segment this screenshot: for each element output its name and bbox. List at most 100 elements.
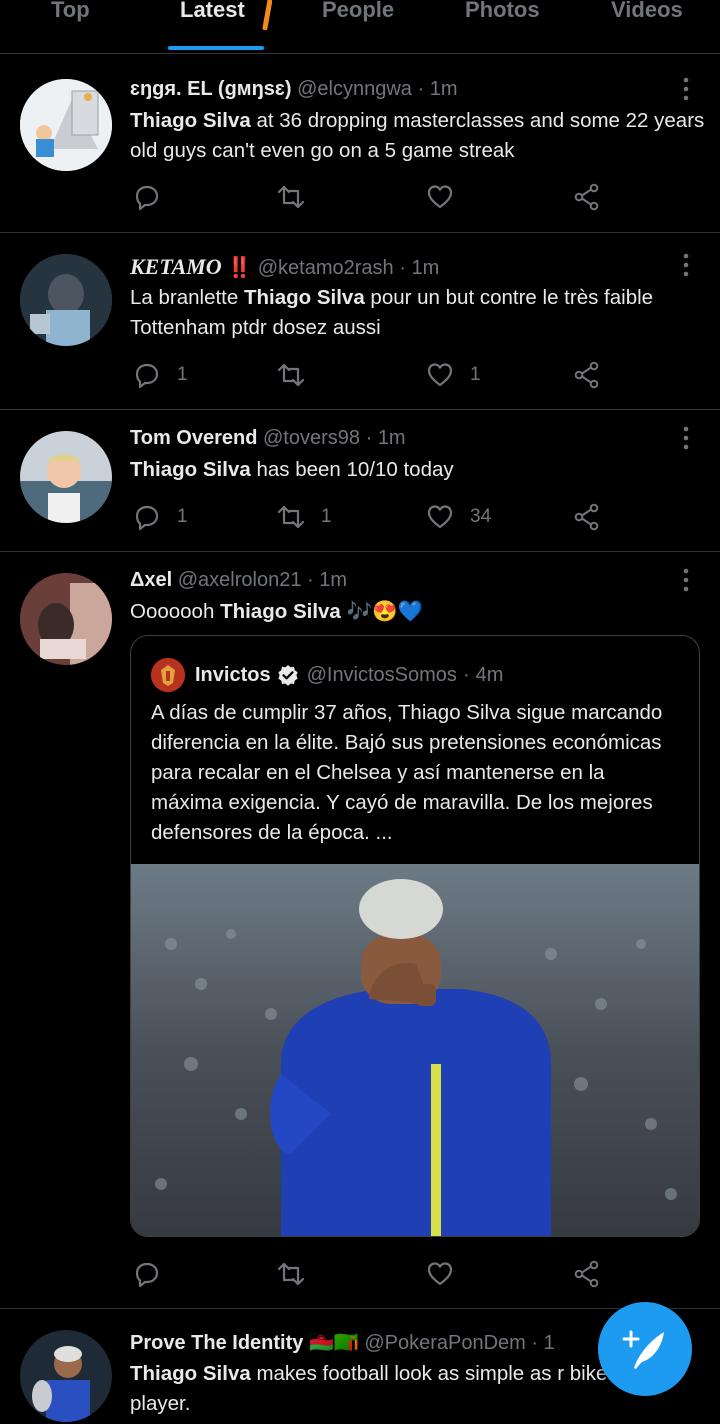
share-button[interactable] bbox=[573, 1259, 601, 1289]
retweet-button[interactable]: 1 bbox=[277, 502, 332, 532]
heart-icon bbox=[427, 363, 453, 387]
tweet[interactable]: KETAMO ‼️ @ketamo2rash · 1m La branlette… bbox=[0, 234, 720, 410]
display-name[interactable]: KETAMO bbox=[130, 254, 222, 279]
quoted-photo[interactable] bbox=[131, 864, 699, 1236]
like-button[interactable]: 34 bbox=[426, 502, 491, 532]
reply-button[interactable] bbox=[133, 1259, 161, 1289]
handle[interactable]: @tovers98 bbox=[263, 427, 360, 449]
quoted-avatar[interactable] bbox=[151, 658, 185, 692]
quoted-tweet-header: Invictos @InvictosSomos · 4m bbox=[151, 658, 503, 692]
tab-people[interactable]: People bbox=[322, 0, 394, 23]
tweet-text: La branlette Thiago Silva pour un but co… bbox=[130, 283, 705, 343]
heart-icon bbox=[427, 505, 453, 529]
tweet-actions: 1 1 bbox=[130, 360, 610, 390]
tweet-text: Thiago Silva at 36 dropping masterclasse… bbox=[130, 106, 705, 166]
handle[interactable]: @axelrolon21 bbox=[178, 569, 302, 591]
tweet-header: Tom Overend @tovers98 · 1m bbox=[130, 427, 406, 450]
share-button[interactable] bbox=[573, 502, 601, 532]
heart-icon bbox=[427, 1262, 453, 1286]
reply-count: 1 bbox=[177, 364, 188, 385]
retweet-button[interactable] bbox=[277, 360, 305, 390]
tweet-header: Prove The Identity 🇲🇼🇿🇲 @PokeraPonDem · … bbox=[130, 1330, 555, 1355]
timestamp[interactable]: 1 bbox=[544, 1332, 555, 1354]
highlight: Thiago Silva bbox=[243, 286, 365, 309]
timestamp[interactable]: 1m bbox=[378, 427, 406, 449]
name-flags-emoji: 🇲🇼🇿🇲 bbox=[308, 1332, 359, 1354]
like-button[interactable] bbox=[426, 1259, 454, 1289]
more-vertical-icon[interactable] bbox=[676, 252, 696, 278]
share-icon bbox=[574, 361, 599, 389]
search-tabs: Top Latest People Photos Videos bbox=[0, 0, 720, 54]
retweet-button[interactable] bbox=[277, 182, 305, 212]
tab-videos[interactable]: Videos bbox=[611, 0, 683, 23]
highlight: Thiago Silva bbox=[130, 1362, 251, 1385]
tweet-text-rest: 🎶😍💙 bbox=[340, 600, 424, 623]
like-count: 34 bbox=[470, 506, 492, 527]
orange-stroke-decoration bbox=[262, 0, 272, 30]
tweet-text: Ooooooh Thiago Silva 🎶😍💙 bbox=[130, 597, 705, 627]
like-button[interactable] bbox=[426, 182, 454, 212]
separator: · bbox=[365, 427, 373, 449]
retweet-count: 1 bbox=[321, 506, 332, 527]
tab-latest[interactable]: Latest bbox=[180, 0, 245, 23]
separator: · bbox=[399, 257, 406, 279]
avatar[interactable] bbox=[20, 573, 112, 665]
tab-top[interactable]: Top bbox=[51, 0, 90, 23]
verified-badge-icon bbox=[277, 665, 298, 686]
tweet[interactable]: Δxel @axelrolon21 · 1m Ooooooh Thiago Si… bbox=[0, 553, 720, 1309]
share-icon bbox=[574, 503, 599, 531]
avatar[interactable] bbox=[20, 431, 112, 523]
reply-icon bbox=[135, 185, 159, 211]
reply-icon bbox=[135, 505, 159, 531]
highlight: Thiago Silva bbox=[130, 458, 251, 481]
display-name[interactable]: Prove The Identity bbox=[130, 1332, 303, 1354]
quoted-timestamp[interactable]: 4m bbox=[476, 664, 504, 687]
tweet-text-pre: La branlette bbox=[130, 286, 244, 309]
share-icon bbox=[574, 183, 599, 211]
share-button[interactable] bbox=[573, 360, 601, 390]
compose-tweet-icon bbox=[622, 1330, 664, 1369]
avatar[interactable] bbox=[20, 1330, 112, 1422]
display-name[interactable]: Δxel bbox=[130, 569, 172, 591]
compose-tweet-button[interactable] bbox=[598, 1302, 692, 1396]
timestamp[interactable]: 1m bbox=[411, 257, 439, 279]
quoted-display-name[interactable]: Invictos bbox=[195, 664, 271, 687]
tab-photos[interactable]: Photos bbox=[465, 0, 540, 23]
retweet-button[interactable] bbox=[277, 1259, 305, 1289]
tweet-header: KETAMO ‼️ @ketamo2rash · 1m bbox=[130, 254, 439, 280]
reply-button[interactable] bbox=[133, 182, 161, 212]
quoted-handle[interactable]: @InvictosSomos bbox=[307, 664, 457, 687]
timestamp[interactable]: 1m bbox=[430, 78, 458, 100]
active-tab-indicator bbox=[168, 46, 264, 50]
reply-icon bbox=[135, 1262, 159, 1288]
tweet[interactable]: Tom Overend @tovers98 · 1m Thiago Silva … bbox=[0, 411, 720, 552]
display-name[interactable]: ɛŋɡя. EL (ɡмŋsɛ) bbox=[130, 78, 292, 100]
avatar[interactable] bbox=[20, 254, 112, 346]
quoted-tweet[interactable]: Invictos @InvictosSomos · 4m A días de c… bbox=[130, 635, 700, 1237]
more-vertical-icon[interactable] bbox=[676, 76, 696, 102]
reply-button[interactable]: 1 bbox=[133, 360, 188, 390]
share-icon bbox=[574, 1260, 599, 1288]
separator: · bbox=[462, 663, 470, 686]
tweet-text: Thiago Silva has been 10/10 today bbox=[130, 455, 705, 485]
tweet-text-rest: has been 10/10 today bbox=[250, 458, 454, 481]
retweet-icon bbox=[277, 185, 305, 209]
display-name[interactable]: Tom Overend bbox=[130, 427, 257, 449]
more-vertical-icon[interactable] bbox=[676, 567, 696, 593]
tweet[interactable]: ɛŋɡя. EL (ɡмŋsɛ) @elcynngwa · 1m Thiago … bbox=[0, 60, 720, 233]
tweet-header: Δxel @axelrolon21 · 1m bbox=[130, 569, 347, 592]
share-button[interactable] bbox=[573, 182, 601, 212]
avatar[interactable] bbox=[20, 79, 112, 171]
more-vertical-icon[interactable] bbox=[676, 425, 696, 451]
tweet-actions bbox=[130, 1259, 610, 1289]
tweet-actions: 1 1 34 bbox=[130, 502, 610, 532]
like-button[interactable]: 1 bbox=[426, 360, 481, 390]
reply-button[interactable]: 1 bbox=[133, 502, 188, 532]
handle[interactable]: @elcynngwa bbox=[297, 78, 412, 100]
highlight: Thiago Silva bbox=[220, 600, 341, 623]
timestamp[interactable]: 1m bbox=[319, 569, 347, 591]
tweet-text-pre: Ooooooh bbox=[130, 600, 221, 623]
handle[interactable]: @PokeraPonDem bbox=[364, 1332, 525, 1354]
handle[interactable]: @ketamo2rash bbox=[258, 257, 394, 279]
retweet-icon bbox=[277, 505, 305, 529]
